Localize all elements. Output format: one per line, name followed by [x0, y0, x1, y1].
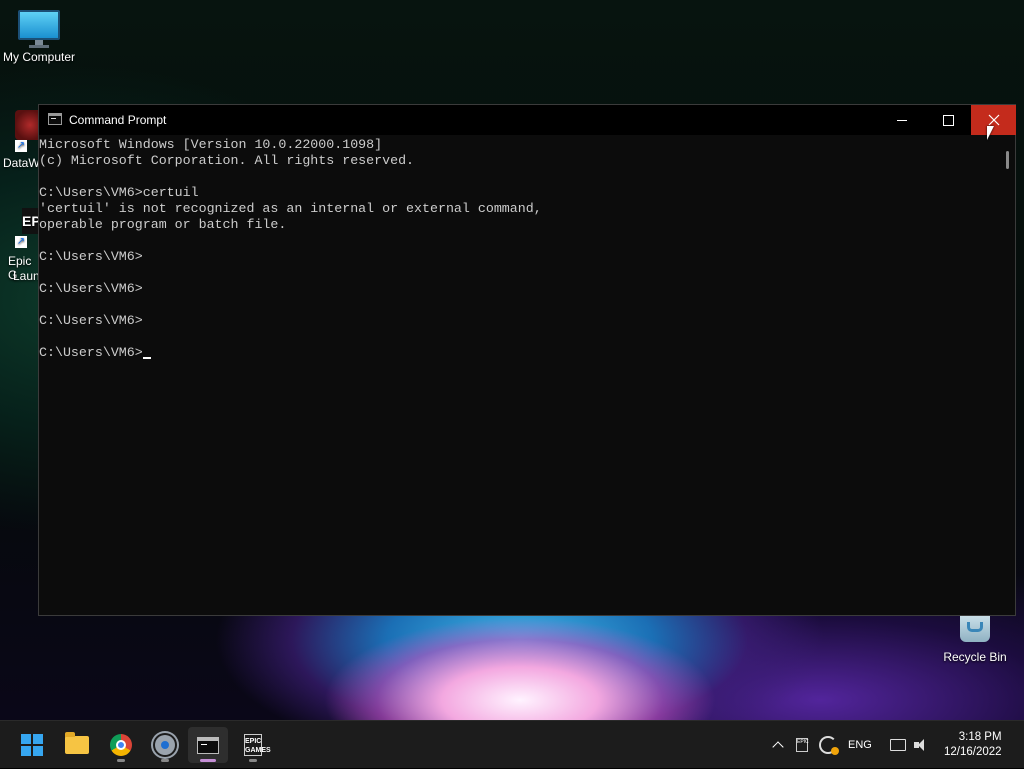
taskbar: EPIC GAMES EPIC ENG 3:18 PM 12/16/2022: [0, 720, 1024, 768]
language-indicator[interactable]: ENG: [848, 721, 872, 769]
console-line: C:\Users\VM6>: [39, 249, 143, 264]
console-line: C:\Users\VM6>: [39, 281, 143, 296]
epic-games-icon: EPIC GAMES: [244, 734, 271, 756]
epic-games-launcher-shortcut[interactable]: EP ↗ Epic G Laun: [8, 208, 44, 283]
show-hidden-icons-button[interactable]: [772, 721, 784, 769]
datawrapper-shortcut[interactable]: ↗ DataW: [3, 110, 45, 170]
console-line: Microsoft Windows [Version 10.0.22000.10…: [39, 137, 383, 152]
active-indicator: [200, 759, 216, 762]
epic-games-tray-icon: EPIC: [796, 738, 809, 752]
network-button[interactable]: [890, 721, 906, 769]
network-icon: [890, 739, 906, 751]
cmd-icon: [48, 113, 62, 125]
volume-button[interactable]: [914, 721, 930, 769]
window-title: Command Prompt: [69, 113, 167, 127]
close-icon: [988, 114, 999, 126]
clock: 3:18 PM 12/16/2022: [944, 730, 1002, 760]
epic-label-line2: Laun: [13, 269, 40, 283]
epic-games-taskbar-button[interactable]: EPIC GAMES: [233, 727, 273, 763]
language-label: ENG: [848, 739, 872, 751]
running-indicator: [249, 759, 257, 762]
console-line: (c) Microsoft Corporation. All rights re…: [39, 153, 415, 168]
recycle-bin-icon: [960, 616, 990, 642]
maximize-icon: [942, 114, 954, 126]
windows-logo-icon: [21, 734, 43, 756]
console-line: C:\Users\VM6>: [39, 313, 143, 328]
chevron-up-icon: [772, 741, 784, 753]
console-output[interactable]: Microsoft Windows [Version 10.0.22000.10…: [39, 137, 999, 607]
maximize-button[interactable]: [925, 105, 971, 135]
my-computer-label: My Computer: [2, 50, 76, 64]
minimize-button[interactable]: [879, 105, 925, 135]
chrome-button[interactable]: [101, 727, 141, 763]
my-computer-shortcut[interactable]: My Computer: [1, 10, 77, 64]
console-line: operable program or batch file.: [39, 217, 287, 232]
epic-tray-button[interactable]: EPIC: [796, 721, 809, 769]
folder-icon: [65, 732, 89, 754]
clock-time: 3:18 PM: [958, 731, 1002, 743]
shortcut-arrow-icon: ↗: [15, 236, 27, 248]
settings-button[interactable]: [145, 727, 185, 763]
console-line: C:\Users\VM6>certuil: [39, 185, 199, 200]
recycle-bin-shortcut[interactable]: Recycle Bin: [937, 616, 1013, 664]
datawrapper-label: DataW: [3, 156, 40, 170]
scrollbar-thumb[interactable]: [1006, 151, 1009, 169]
sync-icon: [819, 736, 839, 755]
file-explorer-button[interactable]: [57, 727, 97, 763]
cmd-icon: [197, 736, 219, 754]
volume-icon: [914, 738, 930, 752]
start-button[interactable]: [12, 727, 52, 763]
running-indicator: [117, 759, 125, 762]
console-line: C:\Users\VM6>: [39, 345, 999, 361]
monitor-icon: [18, 10, 60, 48]
minimize-icon: [897, 119, 907, 121]
text-cursor: [142, 357, 151, 359]
shortcut-arrow-icon: ↗: [15, 140, 27, 152]
clock-button[interactable]: 3:18 PM 12/16/2022: [944, 721, 1002, 769]
sync-tray-button[interactable]: [819, 721, 839, 769]
recycle-bin-label: Recycle Bin: [943, 650, 1007, 664]
gear-icon: [155, 735, 175, 755]
title-bar[interactable]: Command Prompt: [39, 105, 1016, 135]
clock-date: 12/16/2022: [944, 746, 1002, 758]
command-prompt-window[interactable]: Command Prompt Microsoft Windows [Versio…: [38, 104, 1016, 616]
command-prompt-taskbar-button[interactable]: [188, 727, 228, 763]
chrome-icon: [110, 734, 132, 756]
running-indicator: [161, 759, 169, 762]
console-line: 'certuil' is not recognized as an intern…: [39, 201, 542, 216]
mouse-cursor-icon: [987, 126, 994, 140]
